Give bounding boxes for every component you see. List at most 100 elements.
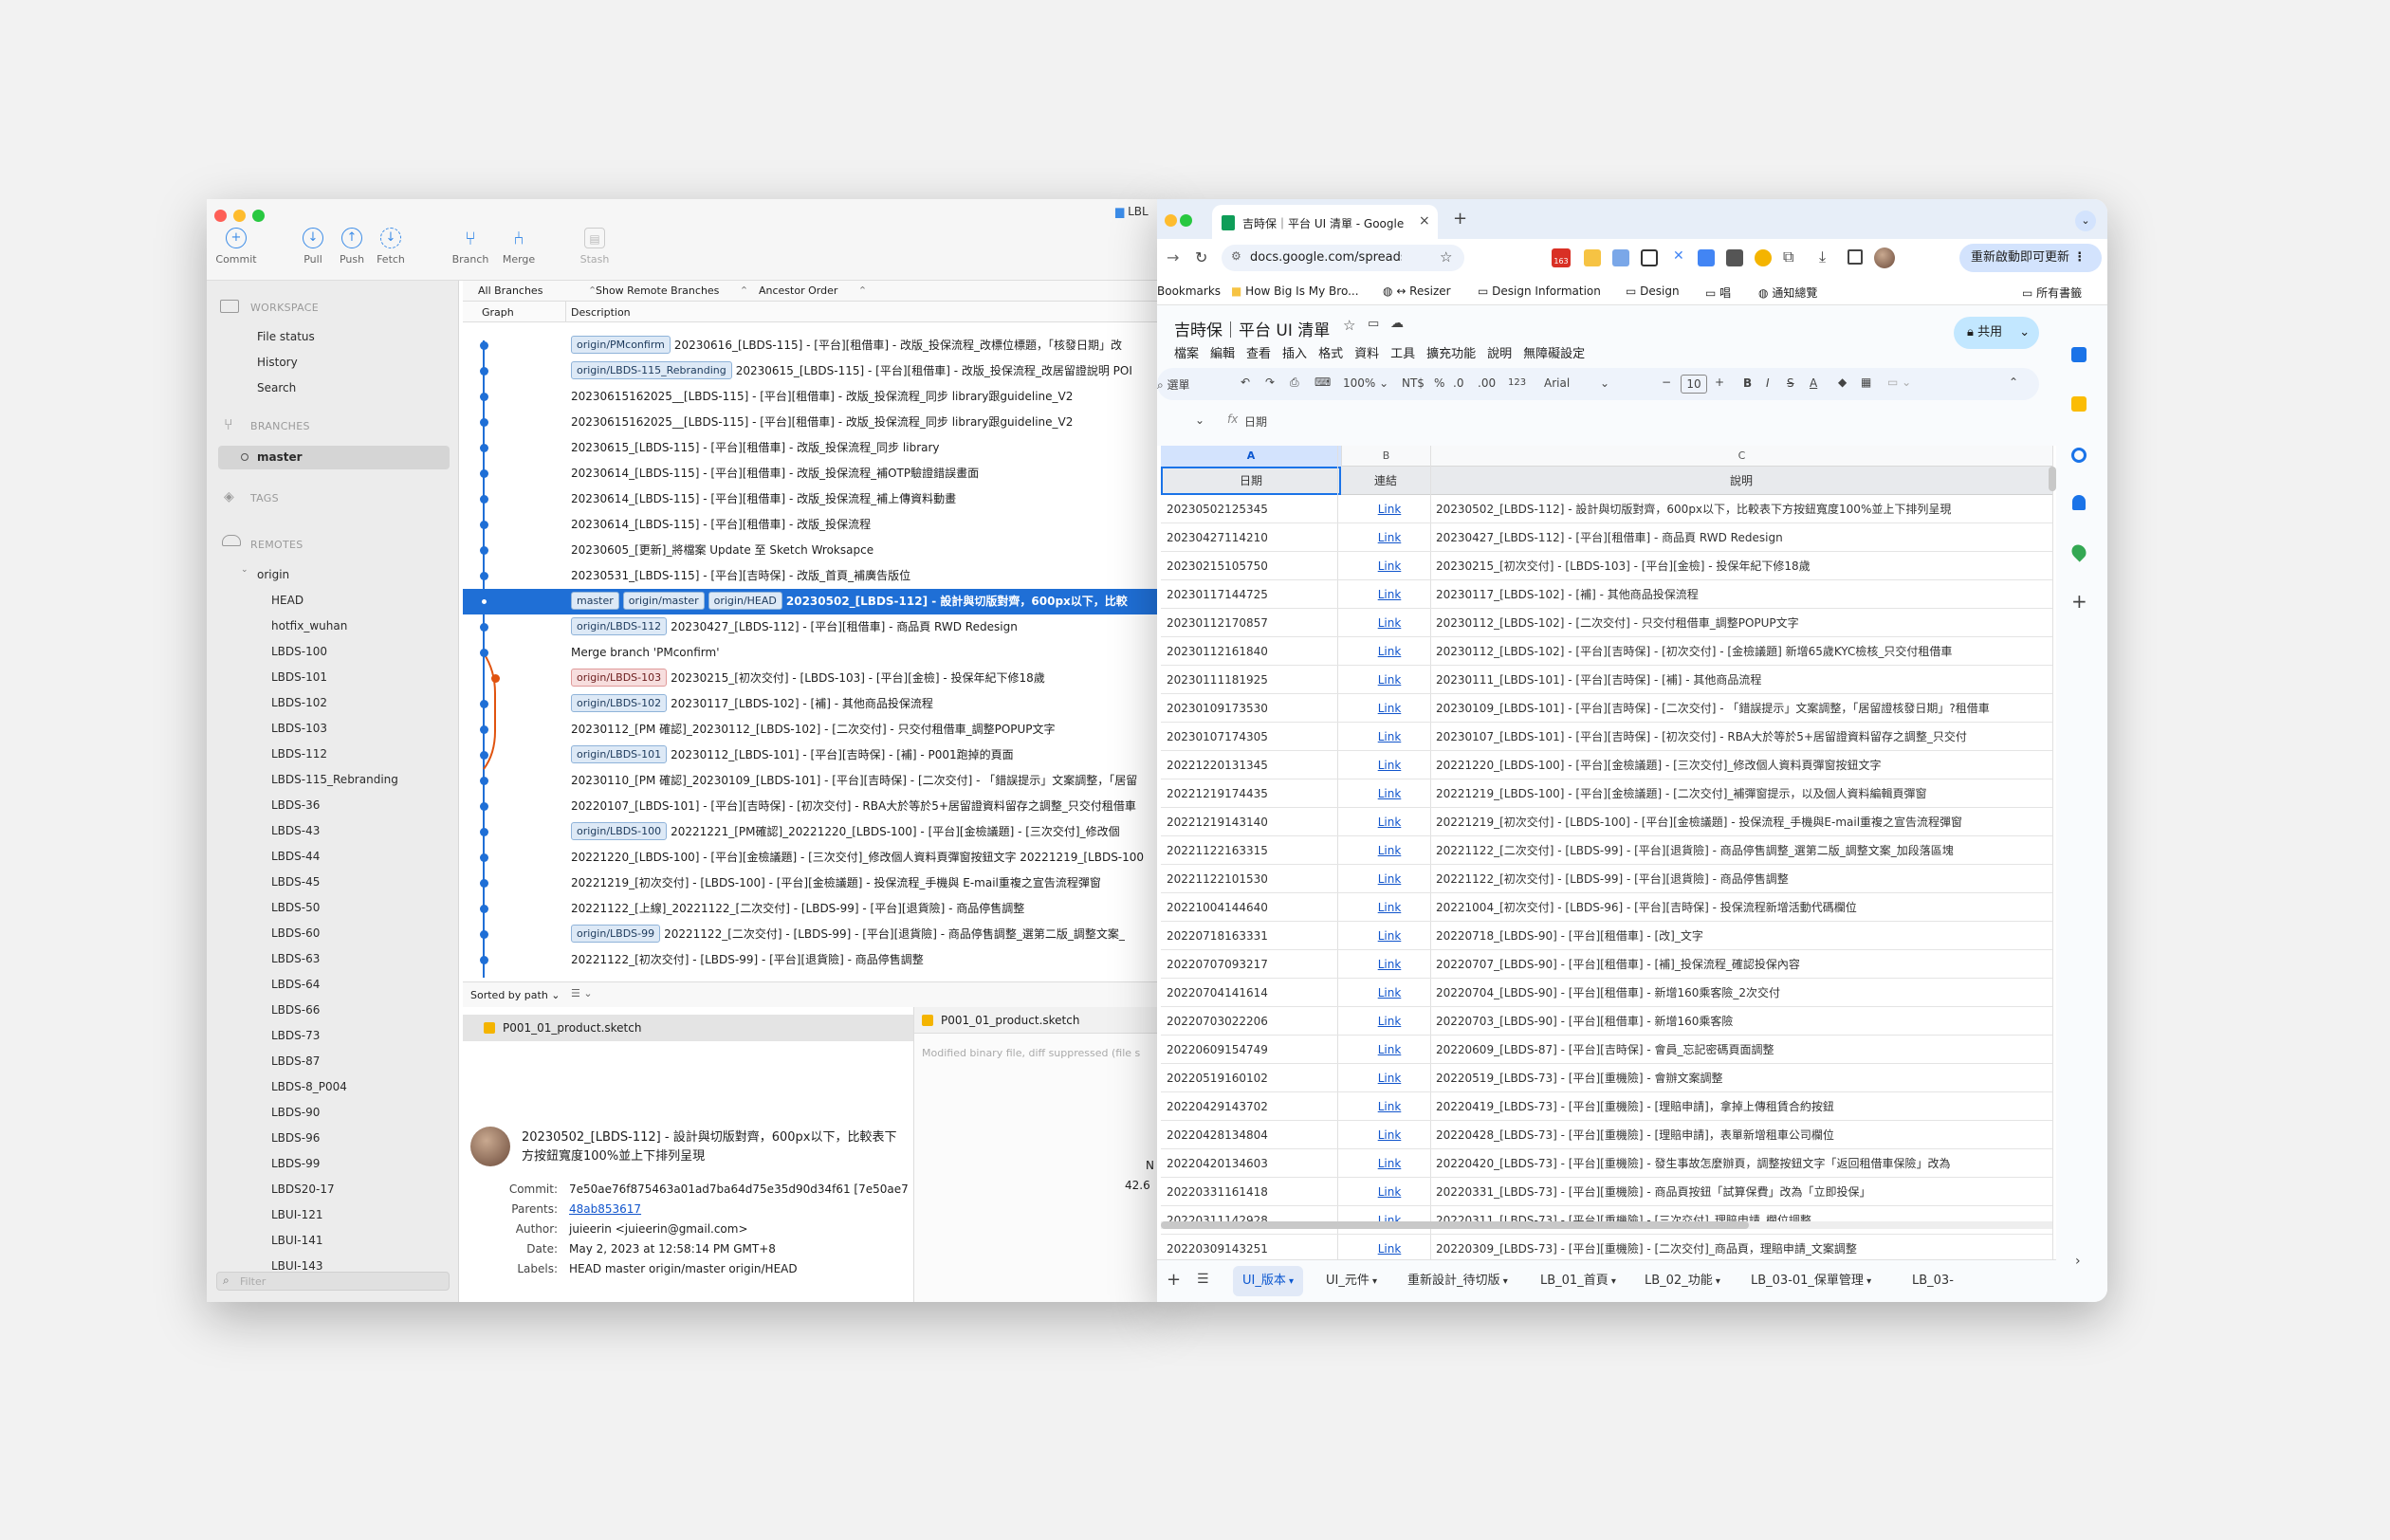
remote-branch-item[interactable]: LBDS-102	[271, 696, 327, 709]
date-cell[interactable]: 20220707093217	[1167, 950, 1268, 978]
date-cell[interactable]: 20220428134804	[1167, 1121, 1268, 1148]
description-cell[interactable]: 20221219_[LBDS-100] - [平台][金檢議題] - [二次交付…	[1436, 779, 1926, 807]
sidebar-item-search[interactable]: Search	[257, 381, 296, 394]
date-cell[interactable]: 20221219143140	[1167, 808, 1268, 835]
sheet-row[interactable]: 20220309143251 Link 20220309_[LBDS-73] - […	[1161, 1235, 2052, 1259]
maps-icon[interactable]	[2068, 541, 2089, 562]
remote-branch-item[interactable]: hotfix_wuhan	[271, 619, 347, 632]
star-icon[interactable]: ☆	[1343, 317, 1355, 334]
sheet-grid[interactable]: A B C 日期 連結 說明 20230502125345 Link 2023050…	[1157, 446, 2056, 1259]
menu-item[interactable]: 插入	[1282, 347, 1307, 361]
description-cell[interactable]: 20221004_[初次交付] - [LBDS-96] - [平台][吉時保] …	[1436, 893, 1857, 921]
bookmark-folder[interactable]: ▭ 唱	[1705, 284, 1731, 301]
column-c-header[interactable]: C	[1430, 446, 2052, 467]
branch-label[interactable]: origin/LBDS-99	[571, 925, 661, 943]
date-cell[interactable]: 20230502125345	[1167, 495, 1268, 522]
font-size-input[interactable]: 10	[1681, 375, 1707, 394]
date-cell[interactable]: 20230112170857	[1167, 609, 1268, 636]
commit-row[interactable]: origin/LBDS-99 20221122_[二次交付] - [LBDS-99…	[463, 922, 1163, 947]
merge-cells-icon[interactable]: ▭ ⌄	[1887, 376, 1911, 389]
remote-branch-item[interactable]: LBDS-50	[271, 901, 320, 914]
bold-button[interactable]: B	[1743, 376, 1752, 390]
extension-icon[interactable]	[1584, 249, 1601, 266]
graph-column-header[interactable]: Graph	[482, 306, 514, 319]
download-icon[interactable]: ⤓	[1819, 248, 1826, 266]
commit-row[interactable]: 20230614_[LBDS-115] - [平台][租借車] - 改版_投保流…	[463, 512, 1163, 538]
keep-icon[interactable]	[2071, 396, 2087, 412]
remote-branch-item[interactable]: LBUI-143	[271, 1259, 322, 1273]
italic-button[interactable]: I	[1766, 376, 1770, 390]
link-cell[interactable]: Link	[1345, 779, 1434, 807]
description-column-header[interactable]: Description	[571, 306, 631, 319]
remote-branch-item[interactable]: LBDS-87	[271, 1054, 320, 1068]
remote-branch-item[interactable]: LBDS-66	[271, 1003, 320, 1017]
link-cell[interactable]: Link	[1345, 666, 1434, 693]
sheet-row[interactable]: 20220704141614 Link 20220704_[LBDS-90] - […	[1161, 979, 2052, 1007]
description-cell[interactable]: 20220428_[LBDS-73] - [平台][重機險] - [理賠申請]，…	[1436, 1121, 1834, 1148]
description-cell[interactable]: 20221219_[初次交付] - [LBDS-100] - [平台][金檢議題…	[1436, 808, 1962, 835]
description-cell[interactable]: 20220703_[LBDS-90] - [平台][租借車] - 新增160乘客…	[1436, 1007, 1733, 1035]
extension-icon[interactable]: ✕	[1673, 248, 1684, 264]
sheet-tab[interactable]: UI_版本 ▾	[1233, 1266, 1304, 1296]
link-cell[interactable]: Link	[1345, 1092, 1434, 1120]
remote-branch-item[interactable]: LBDS-96	[271, 1131, 320, 1145]
sidebar-item-history[interactable]: History	[257, 356, 298, 369]
new-tab-icon[interactable]: +	[1453, 209, 1467, 229]
share-button[interactable]: 🔒︎ 共用 ⌄	[1954, 317, 2039, 349]
commit-row[interactable]: origin/PMconfirm 20230616_[LBDS-115] - [平…	[463, 333, 1163, 358]
description-cell[interactable]: 20230109_[LBDS-101] - [平台][吉時保] - [二次交付]…	[1436, 694, 1990, 722]
bookmark-item[interactable]: ◍ ↔ Resizer	[1383, 284, 1451, 298]
merge-button[interactable]: ⑃ Merge	[495, 228, 542, 266]
site-info-icon[interactable]: ⚙	[1231, 249, 1241, 263]
formula-input[interactable]: 日期	[1244, 413, 1267, 430]
commit-row[interactable]: 20230615162025__[LBDS-115] - [平台][租借車] -…	[463, 384, 1163, 410]
qr-extension-icon[interactable]	[1641, 249, 1658, 266]
sheet-tab[interactable]: 重新設計_待切版 ▾	[1398, 1266, 1517, 1296]
link-cell[interactable]: Link	[1345, 1007, 1434, 1035]
link-cell[interactable]: Link	[1345, 808, 1434, 835]
description-cell[interactable]: 20230112_[LBDS-102] - [平台][吉時保] - [初次交付]…	[1436, 637, 1952, 665]
decrease-decimal-button[interactable]: .0	[1453, 376, 1463, 390]
bookmark-item[interactable]: ◍ 通知總覽	[1758, 284, 1817, 301]
remote-branch-item[interactable]: LBDS-43	[271, 824, 320, 837]
file-list-item[interactable]: P001_01_product.sketch	[463, 1015, 913, 1041]
reload-icon[interactable]: ↻	[1195, 248, 1207, 266]
remote-branch-item[interactable]: LBDS-100	[271, 645, 327, 658]
link-cell[interactable]: Link	[1345, 609, 1434, 636]
date-cell[interactable]: 20230215105750	[1167, 552, 1268, 579]
bookmark-folder[interactable]: ▭ Design Information	[1478, 284, 1601, 298]
profile-avatar[interactable]	[1874, 248, 1895, 268]
number-format-button[interactable]: 123	[1508, 377, 1526, 388]
sheet-tab[interactable]: LB_03-	[1903, 1266, 1963, 1296]
paint-format-icon[interactable]: ⌨	[1314, 376, 1331, 389]
description-cell[interactable]: 20220419_[LBDS-73] - [平台][重機險] - [理賠申請]，…	[1436, 1092, 1834, 1120]
date-cell[interactable]: 20220309143251	[1167, 1235, 1268, 1259]
header-link-cell[interactable]: 連結	[1341, 467, 1430, 495]
branch-button[interactable]: ⑂ Branch	[447, 228, 494, 266]
sheet-row[interactable]: 20220609154749 Link 20220609_[LBDS-87] - […	[1161, 1036, 2052, 1064]
sheet-row[interactable]: 20230117144725 Link 20230117_[LBDS-102] - …	[1161, 580, 2052, 609]
menu-item[interactable]: 資料	[1354, 347, 1379, 361]
sheet-row[interactable]: 20220429143702 Link 20220419_[LBDS-73] - […	[1161, 1092, 2052, 1121]
description-cell[interactable]: 20220331_[LBDS-73] - [平台][重機險] - 商品頁按鈕「試…	[1436, 1178, 1870, 1205]
sheet-row[interactable]: 20220420134603 Link 20220420_[LBDS-73] - […	[1161, 1149, 2052, 1178]
link-cell[interactable]: Link	[1345, 580, 1434, 608]
link-cell[interactable]: Link	[1345, 552, 1434, 579]
description-cell[interactable]: 20221122_[初次交付] - [LBDS-99] - [平台][退貨險] …	[1436, 865, 1789, 892]
tab-menu-icon[interactable]: ▾	[1864, 1276, 1871, 1287]
bookmark-star-icon[interactable]: ☆	[1440, 248, 1452, 266]
sheet-row[interactable]: 20230112161840 Link 20230112_[LBDS-102] - …	[1161, 637, 2052, 666]
commit-row[interactable]: origin/LBDS-112 20230427_[LBDS-112] - [平台…	[463, 614, 1163, 640]
currency-button[interactable]: NT$	[1402, 376, 1425, 390]
sheet-row[interactable]: 20230111181925 Link 20230111_[LBDS-101] - …	[1161, 666, 2052, 694]
sheet-row[interactable]: 20221220131345 Link 20221220_[LBDS-100] - …	[1161, 751, 2052, 779]
date-cell[interactable]: 20230117144725	[1167, 580, 1268, 608]
date-cell[interactable]: 20221220131345	[1167, 751, 1268, 779]
date-cell[interactable]: 20230109173530	[1167, 694, 1268, 722]
remote-branch-item[interactable]: LBDS-36	[271, 798, 320, 812]
description-cell[interactable]: 20220609_[LBDS-87] - [平台][吉時保] - 會員_忘記密碼…	[1436, 1036, 1774, 1063]
link-cell[interactable]: Link	[1345, 950, 1434, 978]
commit-row[interactable]: 20230614_[LBDS-115] - [平台][租借車] - 改版_投保流…	[463, 486, 1163, 512]
date-cell[interactable]: 20221004144640	[1167, 893, 1268, 921]
order-select[interactable]: Ancestor Order ⌃	[759, 284, 867, 297]
